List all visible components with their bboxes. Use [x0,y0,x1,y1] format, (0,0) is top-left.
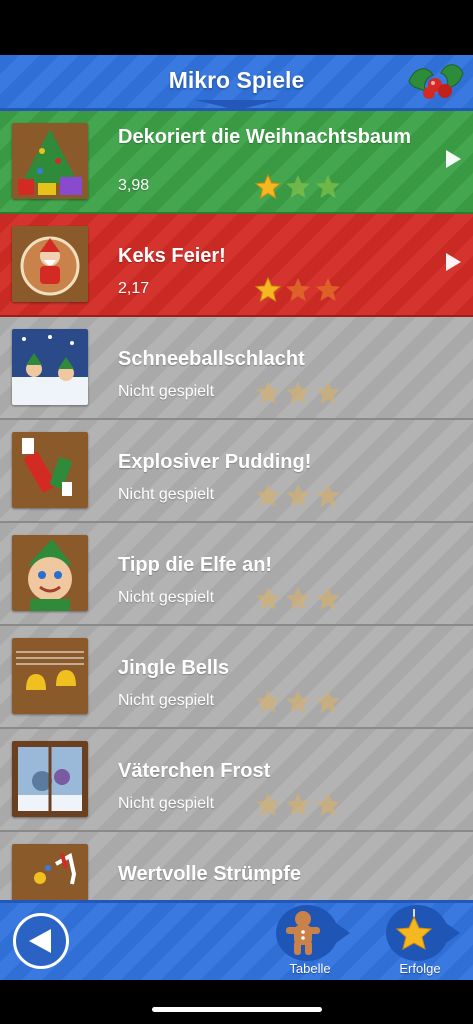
star-ornament-icon [395,909,433,950]
game-row-tap-elf[interactable]: Tipp die Elfe an! Nicht gespielt [0,523,473,626]
game-title: Schneeballschlacht [118,348,305,370]
star-rating [255,792,341,820]
leaderboard-button[interactable] [276,905,350,961]
game-row-frost[interactable]: Väterchen Frost Nicht gespielt [0,729,473,832]
game-title: Keks Feier! [118,245,226,267]
star-filled-icon [255,174,281,200]
leaderboard-label: Tabelle [289,961,331,976]
star-rating [255,586,341,614]
achievements-button[interactable] [386,905,460,961]
star-empty-icon [256,690,280,713]
game-score: 2,17 [118,280,150,297]
star-empty-icon [256,793,280,816]
stocking-icon [12,844,88,900]
game-status: Nicht gespielt [118,795,215,812]
back-arrow-icon [29,929,51,953]
star-empty-icon [286,587,310,610]
holly-icon [408,64,464,99]
star-empty-icon [316,587,340,610]
star-empty-icon [256,381,280,404]
game-row-pudding[interactable]: Explosiver Pudding! Nicht gespielt [0,420,473,523]
star-empty-icon [316,175,340,198]
star-empty-icon [316,381,340,404]
play-arrow-icon[interactable] [446,150,461,168]
game-title: Wertvolle Strümpfe [118,863,301,885]
game-score: 3,98 [118,177,150,194]
game-title: Explosiver Pudding! [118,451,312,473]
game-status: Nicht gespielt [118,383,215,400]
star-filled-icon [255,277,281,303]
pointer-shape [446,923,460,943]
game-row-decorate-tree[interactable]: Dekoriert die Weihnachtsbaum 3,98 [0,111,473,214]
footer-bar: Tabelle Erfolge [0,900,473,980]
home-indicator-area [0,980,473,1024]
game-status: Nicht gespielt [118,486,215,503]
achievements-label: Erfolge [399,961,441,976]
game-row-snowball[interactable]: Schneeballschlacht Nicht gespielt [0,317,473,420]
game-title: Jingle Bells [118,657,230,679]
page-title: Mikro Spiele [168,67,305,93]
star-empty-icon [316,278,340,301]
star-empty-icon [256,587,280,610]
star-rating [255,483,341,511]
game-status: Nicht gespielt [118,692,215,709]
christmas-cracker-icon [12,432,88,508]
play-arrow-icon[interactable] [446,253,461,271]
star-empty-icon [256,484,280,507]
elf-face-icon [12,535,88,611]
star-rating [255,380,341,408]
star-empty-icon [316,484,340,507]
game-status: Nicht gespielt [118,589,215,606]
status-bar [0,0,473,55]
star-empty-icon [286,278,310,301]
game-title: Dekoriert die Weihnachtsbaum [118,126,412,148]
frost-window-icon [12,741,88,817]
star-rating [255,174,341,202]
snowball-elves-icon [12,329,88,405]
game-title: Väterchen Frost [118,760,271,782]
star-empty-icon [286,484,310,507]
gingerbread-man-icon [286,911,320,955]
home-indicator[interactable] [152,1007,322,1012]
star-empty-icon [286,793,310,816]
star-rating [255,277,341,305]
star-empty-icon [316,690,340,713]
gingerbread-santa-icon [12,226,88,302]
pointer-shape [336,923,350,943]
star-empty-icon [286,690,310,713]
header-notch [194,100,279,110]
back-button[interactable] [13,913,69,969]
christmas-tree-icon [12,123,88,199]
star-empty-icon [316,793,340,816]
star-empty-icon [286,175,310,198]
game-row-jingle-bells[interactable]: Jingle Bells Nicht gespielt [0,626,473,729]
game-title: Tipp die Elfe an! [118,554,273,576]
game-row-cookie-party[interactable]: Keks Feier! 2,17 [0,214,473,317]
star-empty-icon [286,381,310,404]
star-rating [255,689,341,717]
game-row-stockings[interactable]: Wertvolle Strümpfe [0,832,473,900]
game-list[interactable]: Dekoriert die Weihnachtsbaum 3,98 Keks F… [0,111,473,900]
bells-icon [12,638,88,714]
